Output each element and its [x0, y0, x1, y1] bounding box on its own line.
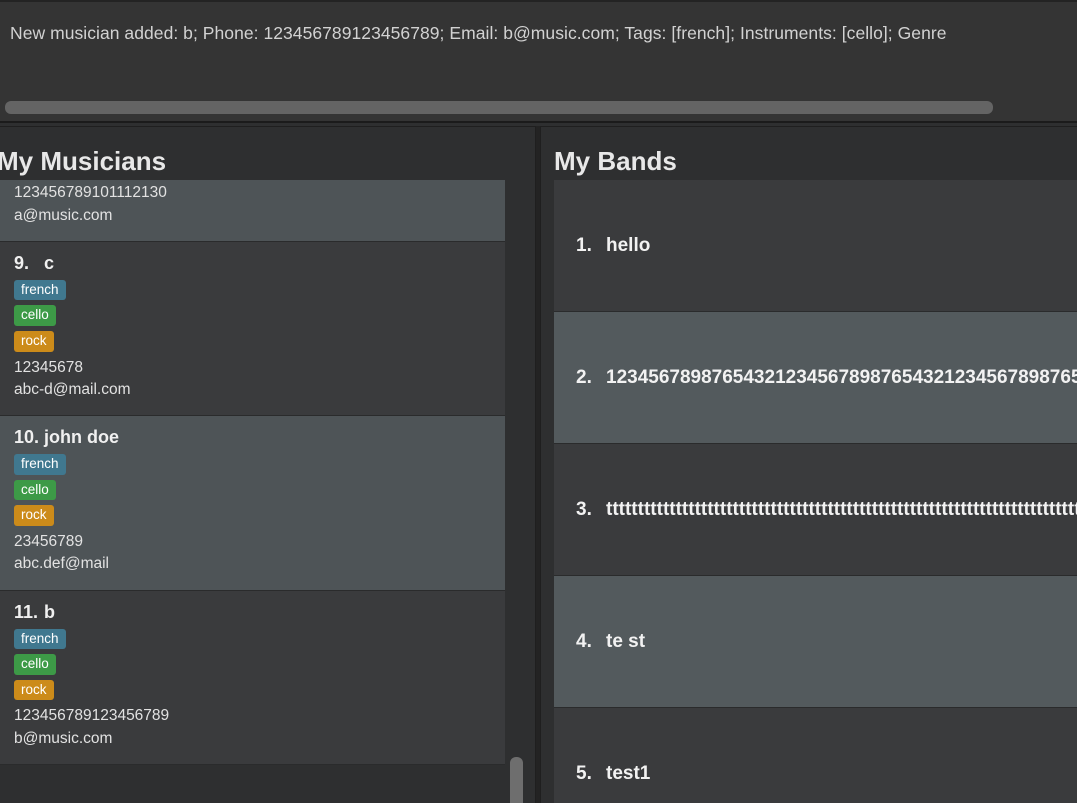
musician-genre-row: rock: [14, 331, 491, 357]
musician-tag-row: french: [14, 628, 491, 655]
musician-card[interactable]: 10. john doe french cello rock 23456789 abc.de…: [0, 416, 505, 591]
musician-instrument-badge: cello: [14, 654, 56, 675]
musician-tag-badge: french: [14, 279, 66, 301]
musician-tag-row: french: [14, 454, 491, 480]
band-name: tttttttttttttttttttttttttttttttttttttttt…: [606, 498, 1077, 520]
musician-phone: 123456789123456789: [14, 707, 170, 725]
musician-instrument-row: cello: [14, 305, 491, 331]
band-card[interactable]: 3. tttttttttttttttttttttttttttttttttttttt…: [554, 444, 1077, 576]
musician-instrument-badge: cello: [14, 305, 56, 326]
musician-genre-row: rock: [14, 679, 491, 706]
musician-phone: 23456789: [14, 533, 83, 550]
musician-instrument-row: cello: [14, 479, 491, 506]
band-row: 3. tttttttttttttttttttttttttttttttttttttt…: [554, 499, 1077, 521]
musician-email: abc-d@mail.com: [14, 380, 131, 398]
band-name: hello: [606, 234, 651, 256]
musician-header: 9. c: [14, 253, 491, 274]
musician-index: 10.: [14, 427, 40, 448]
musicians-panel-title: My Musicians: [0, 146, 167, 176]
musicians-panel-inner: My Musicians cello rock 123456789101112130…: [0, 126, 536, 803]
musician-instrument-row: cello: [14, 654, 491, 680]
musician-index: 11.: [14, 601, 39, 622]
band-name: te st: [606, 630, 646, 652]
status-horizontal-scrollbar-thumb[interactable]: [5, 101, 993, 114]
musician-email: a@music.com: [14, 206, 113, 224]
musician-card[interactable]: 11. b french cello rock 123456789123456789 b@m…: [0, 590, 505, 766]
musician-name: c: [44, 252, 55, 273]
bands-panel-inner: My Bands 1. hello 2. 1234567898765432123456…: [540, 126, 1077, 803]
musicians-panel: My Musicians cello rock 123456789101112130…: [0, 126, 536, 803]
musician-header: 11. b: [14, 602, 491, 623]
musician-genre-badge: rock: [14, 505, 54, 526]
status-result-region: New musician added: b; Phone: 1234567891…: [0, 0, 1077, 122]
bands-list-viewport: 1. hello 2. 1234567898765432123456789876543…: [554, 180, 1077, 803]
status-message: New musician added: b; Phone: 1234567891…: [10, 23, 947, 43]
status-horizontal-scrollbar[interactable]: [0, 98, 1077, 116]
musician-tag-badge: french: [14, 454, 66, 475]
musician-header: 10. john doe: [14, 427, 491, 448]
musician-phone: 123456789101112130: [14, 184, 167, 202]
musician-index: 9.: [14, 252, 30, 273]
musicians-vertical-scrollbar[interactable]: [508, 180, 525, 803]
band-name: test1: [606, 762, 651, 784]
band-card[interactable]: 1. hello: [554, 180, 1077, 312]
app-window: New musician added: b; Phone: 1234567891…: [0, 0, 1077, 803]
musician-genre-badge: rock: [14, 331, 54, 352]
band-row: 1. hello: [554, 235, 650, 257]
band-index: 5.: [576, 762, 592, 784]
musician-name: b: [44, 601, 55, 622]
musician-genre-row: rock: [14, 505, 491, 531]
band-card[interactable]: 2. 12345678987654321234567898765432123456…: [554, 312, 1077, 444]
musician-tag-badge: french: [14, 628, 66, 650]
musician-card[interactable]: cellorock123456789101112130a@music.com: [0, 180, 505, 242]
musicians-list-viewport: cello rock 123456789101112130 a@music.com 9.…: [0, 180, 505, 803]
band-row: 2. 12345678987654321234567898765432123456…: [554, 367, 1077, 389]
band-index: 2.: [576, 366, 592, 388]
musicians-list: cello rock 123456789101112130 a@music.com 9.…: [0, 180, 505, 766]
musician-tag-row: french: [14, 279, 491, 306]
band-card[interactable]: 5. test1: [554, 708, 1077, 803]
band-row: 5. test1: [554, 763, 650, 785]
musician-instrument-badge: cello: [14, 479, 56, 501]
musicians-vertical-scrollbar-thumb[interactable]: [510, 757, 523, 803]
musician-card[interactable]: 9. c french cello rock 12345678 abc-d@mail.com: [0, 241, 505, 417]
band-index: 1.: [576, 234, 592, 256]
split-panes: My Musicians cello rock 123456789101112130…: [0, 126, 1077, 803]
band-index: 4.: [576, 630, 592, 652]
bands-panel: My Bands 1. hello 2. 1234567898765432123456…: [540, 126, 1077, 803]
region-divider: [0, 121, 1077, 123]
band-name: 1234567898765432123456789876543212345678…: [606, 366, 1077, 388]
bands-panel-title: My Bands: [554, 146, 677, 176]
musician-email: abc.def@mail: [14, 555, 109, 573]
bands-list: 1. hello 2. 1234567898765432123456789876543…: [554, 180, 1077, 803]
musician-name: john doe: [44, 427, 119, 448]
band-index: 3.: [576, 498, 592, 520]
musician-phone: 12345678: [14, 358, 83, 376]
musician-genre-badge: rock: [14, 679, 54, 701]
band-row: 4. te st: [554, 631, 645, 653]
musician-email: b@music.com: [14, 729, 113, 747]
band-card[interactable]: 4. te st: [554, 576, 1077, 708]
